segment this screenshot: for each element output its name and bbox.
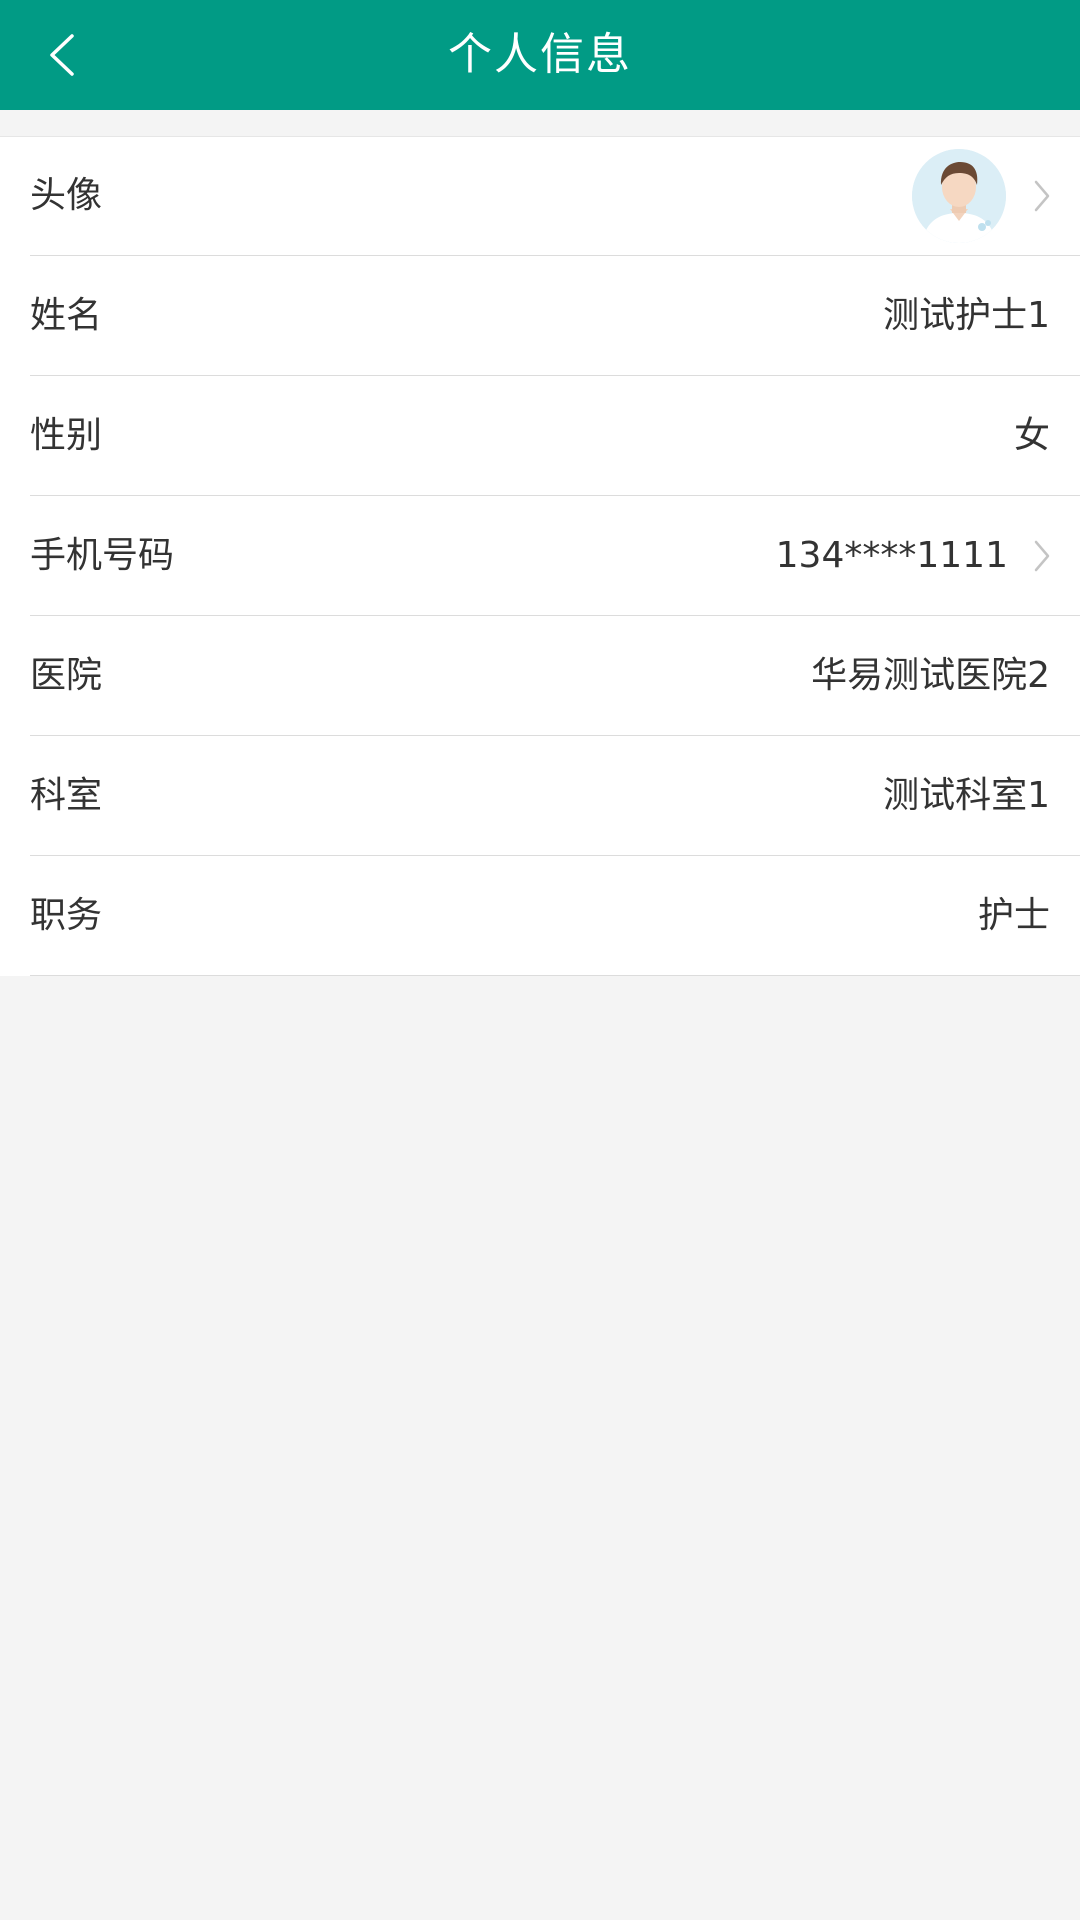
row-name: 姓名 测试护士1 <box>0 256 1080 376</box>
row-label-gender: 性别 <box>30 415 103 456</box>
chevron-right-icon <box>1034 540 1050 572</box>
row-label-department: 科室 <box>30 775 103 816</box>
profile-info-list: 头像 姓名 测试护士1 性别 女 手机号码 134****1111 医院 华易测… <box>0 136 1080 976</box>
row-value-department: 测试科室1 <box>883 775 1050 816</box>
row-department: 科室 测试科室1 <box>0 736 1080 856</box>
row-value-name: 测试护士1 <box>883 295 1050 336</box>
row-value-position: 护士 <box>977 895 1050 936</box>
row-label-position: 职务 <box>30 895 103 936</box>
row-label-phone: 手机号码 <box>30 535 175 576</box>
row-label-hospital: 医院 <box>30 655 103 696</box>
avatar[interactable] <box>912 149 1006 243</box>
page-title: 个人信息 <box>448 29 632 80</box>
row-value-hospital: 华易测试医院2 <box>811 655 1050 696</box>
row-position: 职务 护士 <box>0 856 1080 976</box>
row-value-phone: 134****1111 <box>775 535 1008 576</box>
row-gender: 性别 女 <box>0 376 1080 496</box>
row-phone[interactable]: 手机号码 134****1111 <box>0 496 1080 616</box>
header-bar: 个人信息 <box>0 0 1080 110</box>
row-label-name: 姓名 <box>30 295 103 336</box>
row-value-gender: 女 <box>1013 415 1050 456</box>
divider <box>30 975 1080 976</box>
chevron-right-icon <box>1034 180 1050 212</box>
row-label-avatar: 头像 <box>30 175 103 216</box>
row-avatar[interactable]: 头像 <box>0 136 1080 256</box>
row-hospital: 医院 华易测试医院2 <box>0 616 1080 736</box>
